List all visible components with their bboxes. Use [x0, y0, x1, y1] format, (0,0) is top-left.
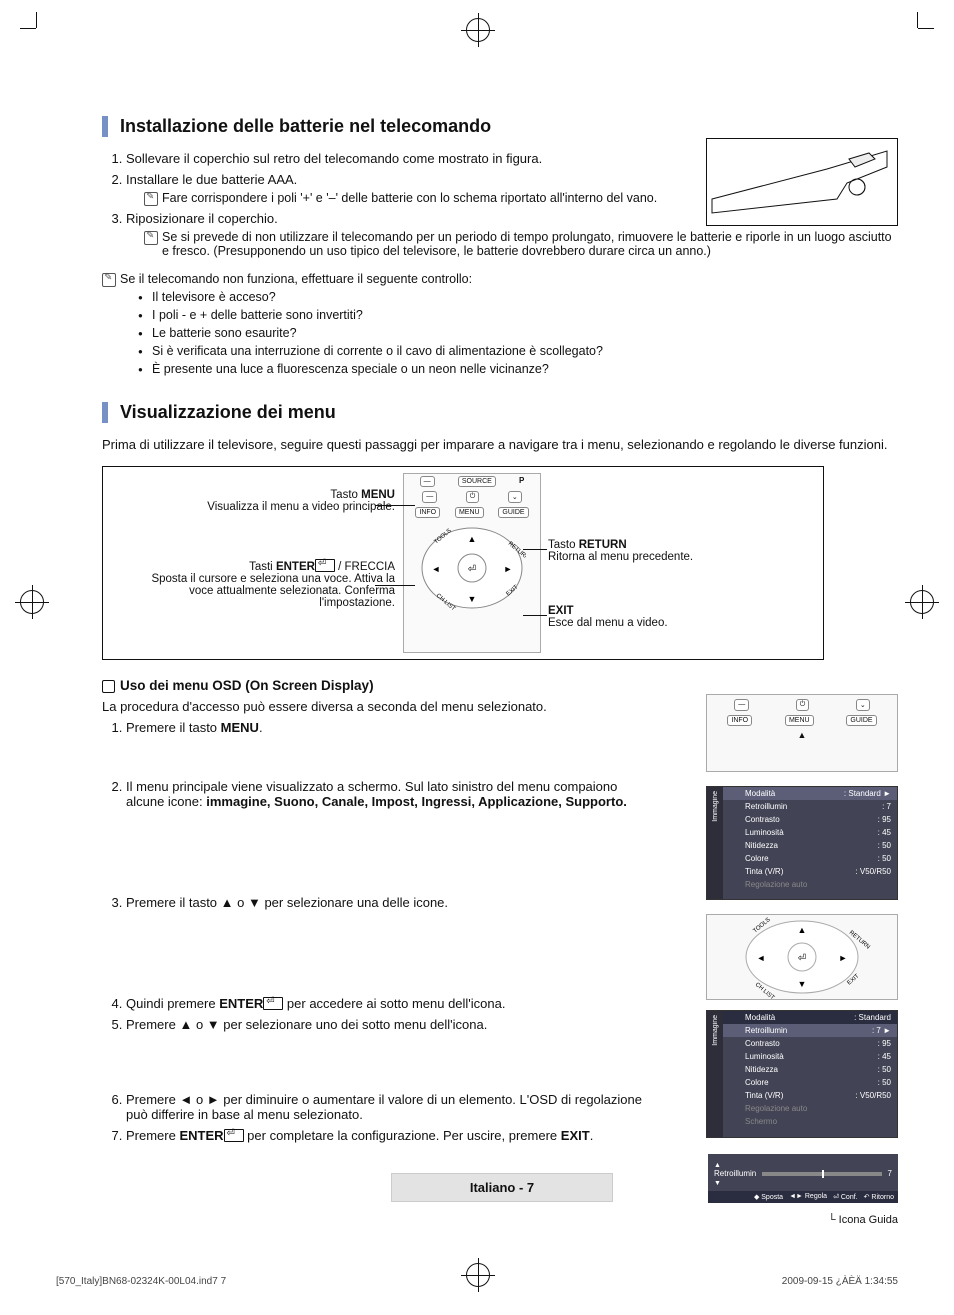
s1-step-3-note: Se si prevede di non utilizzare il telec… — [144, 230, 902, 258]
svg-text:◄: ◄ — [757, 953, 766, 963]
footer-date: 2009-09-15 ¿ÀÈÄ 1:34:55 — [782, 1276, 898, 1287]
remote-illustration: —SOURCEP —⏻⌄ INFOMENUGUIDE ⏎▲▼◄►TOOLSRET… — [403, 473, 541, 653]
fig-remote-nav: ⏎▲▼◄►TOOLSRETURNCH LISTEXIT — [706, 914, 898, 1000]
registration-mark-left — [20, 590, 44, 614]
osd-step-7: Premere ENTER per completare la configur… — [126, 1128, 646, 1143]
svg-text:►: ► — [504, 564, 513, 574]
fig-remote-top: —⏻⌄ INFOMENUGUIDE ▲ — [706, 694, 898, 772]
section-2-intro: Prima di utilizzare il televisore, segui… — [102, 437, 902, 452]
s1-bullet-4: Si è verificata una interruzione di corr… — [138, 344, 902, 358]
s1-troubleshoot-lead: Se il telecomando non funziona, effettua… — [102, 272, 902, 286]
enter-icon — [224, 1129, 244, 1142]
osd-step-4: Quindi premere ENTER per accedere ai sot… — [126, 996, 646, 1011]
page-footer-label: Italiano - 7 — [391, 1173, 613, 1202]
s1-bullet-5: È presente una luce a fluorescenza speci… — [138, 362, 902, 376]
svg-text:▼: ▼ — [468, 594, 477, 604]
svg-text:▼: ▼ — [798, 979, 807, 989]
guide-icon-label: └ Icona Guida — [706, 1214, 898, 1226]
s1-bullet-1: Il televisore è acceso? — [138, 290, 902, 304]
enter-icon — [263, 997, 283, 1010]
osd-subtitle: Uso dei menu OSD (On Screen Display) — [102, 678, 902, 693]
battery-diagram — [706, 138, 898, 226]
s1-step-2-note: Fare corrispondere i poli '+' e '–' dell… — [144, 191, 902, 205]
remote-diagram: —SOURCEP —⏻⌄ INFOMENUGUIDE ⏎▲▼◄►TOOLSRET… — [102, 466, 824, 660]
s1-bullet-2: I poli - e + delle batterie sono inverti… — [138, 308, 902, 322]
svg-text:▲: ▲ — [468, 534, 477, 544]
registration-mark-top — [466, 18, 490, 42]
enter-icon — [315, 559, 335, 572]
svg-text:►: ► — [839, 953, 848, 963]
svg-text:⏎: ⏎ — [468, 564, 476, 575]
registration-mark-right — [910, 590, 934, 614]
osd-step-2: Il menu principale viene visualizzato a … — [126, 779, 646, 809]
svg-text:◄: ◄ — [432, 564, 441, 574]
osd-panel-1: Immagine Modalità: Standard ► Retroillum… — [706, 786, 898, 900]
footer-file: [570_Italy]BN68-02324K-00L04.ind7 7 — [56, 1276, 226, 1287]
svg-text:▲: ▲ — [798, 925, 807, 935]
s1-bullet-3: Le batterie sono esaurite? — [138, 326, 902, 340]
osd-step-5: Premere ▲ o ▼ per selezionare uno dei so… — [126, 1017, 646, 1032]
section-2-title: Visualizzazione dei menu — [102, 402, 902, 423]
osd-adjust-bar: ▲Retroillumin▼ 7 ◆ Sposta ◄► Regola ⏎ Co… — [708, 1154, 898, 1203]
svg-text:⏎: ⏎ — [798, 953, 806, 964]
section-1-title: Installazione delle batterie nel telecom… — [102, 116, 902, 137]
osd-step-1: Premere il tasto MENU. — [126, 720, 646, 735]
osd-step-6: Premere ◄ o ► per diminuire o aumentare … — [126, 1092, 646, 1122]
osd-panel-2: Immagine Modalità: Standard Retroillumin… — [706, 1010, 898, 1138]
osd-step-3: Premere il tasto ▲ o ▼ per selezionare u… — [126, 895, 646, 910]
